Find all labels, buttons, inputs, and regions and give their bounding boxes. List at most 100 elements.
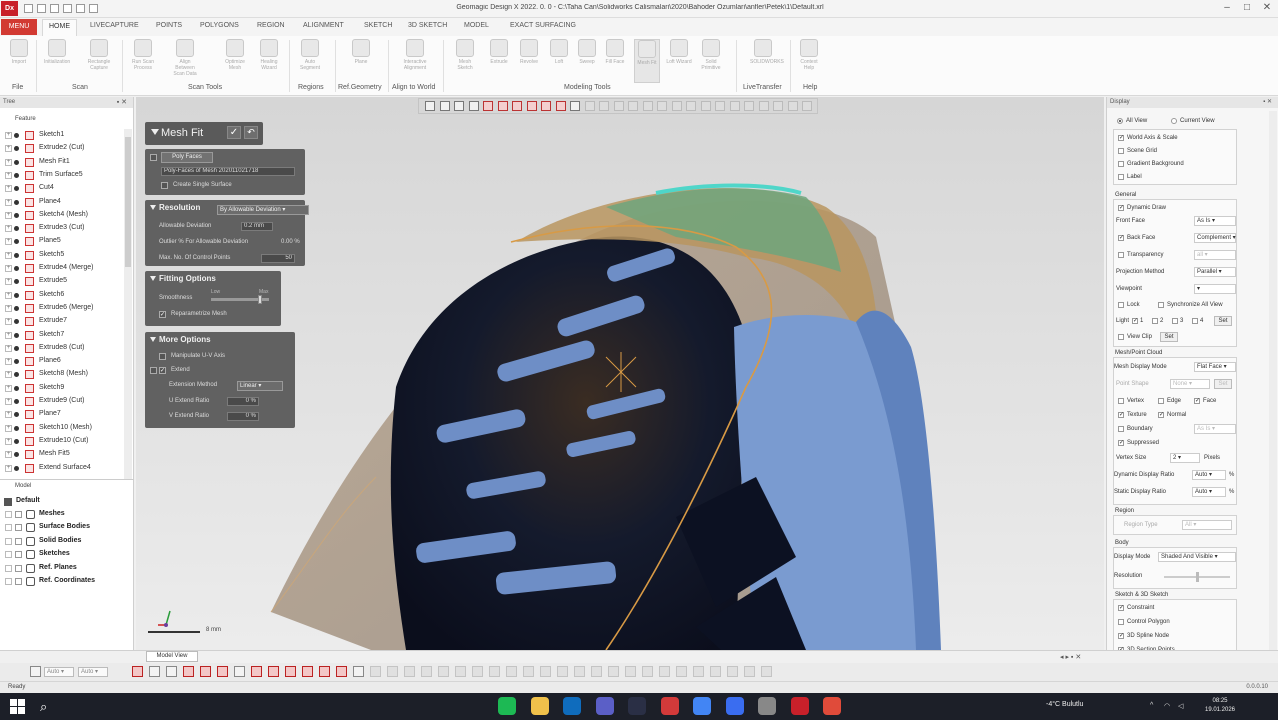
selection-tool-icon[interactable] xyxy=(285,666,296,677)
visibility-icon[interactable] xyxy=(14,412,19,418)
weather-widget[interactable]: -4°C Bulutlu xyxy=(1046,701,1083,708)
visibility-icon[interactable] xyxy=(14,425,19,431)
region-type-select[interactable]: All ▾ xyxy=(1182,520,1232,530)
tab-home[interactable]: HOME xyxy=(42,19,77,36)
visibility-checkbox[interactable] xyxy=(15,511,22,518)
expand-icon[interactable]: + xyxy=(5,331,12,339)
selection-mode-select[interactable]: Auto ▾ xyxy=(44,667,74,677)
selection-tool-icon[interactable] xyxy=(302,666,313,677)
projection-select[interactable]: Parallel ▾ xyxy=(1194,267,1236,277)
open-file-icon[interactable] xyxy=(37,4,46,13)
selection-tool-icon[interactable] xyxy=(166,666,177,677)
expand-icon[interactable]: + xyxy=(5,437,12,445)
expand-icon[interactable]: + xyxy=(5,318,12,326)
view-tool-icon[interactable] xyxy=(758,101,769,111)
volume-icon[interactable]: ◁ xyxy=(1178,702,1187,711)
view-tool-icon[interactable] xyxy=(787,101,798,111)
constraint-checkbox[interactable]: ✓ xyxy=(1118,605,1124,611)
back-face-select[interactable]: Complement ▾ xyxy=(1194,233,1236,243)
selection-tool-icon[interactable] xyxy=(693,666,704,677)
selection-tool-icon[interactable] xyxy=(506,666,517,677)
close-icon[interactable]: ▪ ✕ xyxy=(117,98,127,106)
selection-tool-icon[interactable] xyxy=(744,666,755,677)
selection-tool-icon[interactable] xyxy=(710,666,721,677)
label-checkbox[interactable] xyxy=(1118,174,1124,180)
model-viewport[interactable]: Mesh Fit ✓ ↶ Poly Faces Poly-Faces of Me… xyxy=(136,97,1104,650)
dynamic-ratio-select[interactable]: Auto ▾ xyxy=(1192,470,1226,480)
feature-item[interactable]: + Extrude4 (Merge) xyxy=(0,262,124,275)
collapse-icon[interactable] xyxy=(151,129,159,135)
feature-item[interactable]: + Plane7 xyxy=(0,408,124,421)
feature-item[interactable]: + Plane5 xyxy=(0,235,124,248)
view-tool-icon[interactable] xyxy=(526,101,537,111)
texture-checkbox[interactable]: ✓ xyxy=(1118,412,1124,418)
front-face-select[interactable]: As Is ▾ xyxy=(1194,216,1236,226)
expand-icon[interactable]: + xyxy=(5,371,12,379)
visibility-icon[interactable] xyxy=(14,465,19,471)
feature-item[interactable]: + Plane4 xyxy=(0,196,124,209)
network-icon[interactable]: ◠ xyxy=(1164,702,1173,711)
taskbar-app-icon[interactable] xyxy=(628,697,646,715)
expand-icon[interactable] xyxy=(5,524,12,532)
view-tool-icon[interactable] xyxy=(700,101,711,111)
visibility-icon[interactable] xyxy=(14,399,19,404)
selection-tool-icon[interactable] xyxy=(591,666,602,677)
view-tool-icon[interactable] xyxy=(512,101,522,111)
tab-polygons[interactable]: POLYGONS xyxy=(200,22,239,29)
back-face-checkbox[interactable]: ✓ xyxy=(1118,235,1124,241)
vertex-checkbox[interactable] xyxy=(1118,398,1124,404)
view-tool-icon[interactable] xyxy=(454,101,464,111)
boundary-checkbox[interactable] xyxy=(1118,426,1124,432)
slider-handle[interactable] xyxy=(258,295,263,304)
app-logo[interactable]: Dx xyxy=(1,1,18,16)
visibility-icon[interactable] xyxy=(14,146,19,152)
visibility-icon[interactable] xyxy=(14,319,19,325)
collapse-icon[interactable] xyxy=(150,337,156,342)
feature-item[interactable]: + Cut4 xyxy=(0,182,124,195)
dynamic-draw-checkbox[interactable]: ✓ xyxy=(1118,205,1124,211)
mesh-sketch-button[interactable]: Mesh Sketch xyxy=(452,39,478,83)
close-icon[interactable]: ▪ ✕ xyxy=(1263,98,1272,105)
view-tool-icon[interactable] xyxy=(584,101,595,111)
selection-tool-icon[interactable] xyxy=(642,666,653,677)
v-extend-input[interactable]: 0 % xyxy=(227,412,259,421)
selection-tool-icon[interactable] xyxy=(659,666,670,677)
taskbar-app-icon[interactable] xyxy=(595,697,614,715)
model-item[interactable]: Ref. Coordinates xyxy=(0,575,134,588)
taskbar-app-icon[interactable] xyxy=(660,697,679,715)
tree-scrollbar[interactable] xyxy=(124,129,132,479)
expand-icon[interactable]: + xyxy=(5,185,12,193)
light-set-button[interactable]: Set xyxy=(1214,316,1232,326)
expand-icon[interactable]: + xyxy=(5,265,12,272)
light-4-checkbox[interactable] xyxy=(1192,318,1198,324)
light-3-checkbox[interactable] xyxy=(1172,318,1178,324)
expand-icon[interactable] xyxy=(5,551,12,559)
view-tool-icon[interactable] xyxy=(483,101,493,111)
edge-checkbox[interactable] xyxy=(1158,398,1164,404)
visibility-checkbox[interactable] xyxy=(15,524,22,532)
visibility-checkbox[interactable] xyxy=(15,564,22,572)
plane-button[interactable]: Plane xyxy=(348,39,374,83)
model-item[interactable]: Meshes xyxy=(0,508,134,521)
expand-icon[interactable] xyxy=(5,511,12,518)
feature-item[interactable]: + Trim Surface5 xyxy=(0,169,124,182)
expand-icon[interactable]: + xyxy=(5,398,12,405)
cancel-button[interactable]: ↶ xyxy=(244,126,258,139)
selection-tool-icon[interactable] xyxy=(370,666,381,677)
transparency-select[interactable]: all ▾ xyxy=(1194,250,1236,260)
view-tool-icon[interactable] xyxy=(555,101,566,111)
tray-chevron-icon[interactable]: ^ xyxy=(1150,702,1159,711)
feature-item[interactable]: + Sketch1 xyxy=(0,129,124,142)
selection-tool-icon[interactable] xyxy=(557,666,568,677)
selection-tool-icon[interactable] xyxy=(421,666,432,677)
face-checkbox[interactable]: ✓ xyxy=(1194,398,1200,404)
tab-alignment[interactable]: ALIGNMENT xyxy=(303,22,344,29)
loft-button[interactable]: Loft xyxy=(546,39,572,83)
selection-tool-icon[interactable] xyxy=(455,666,466,677)
expand-icon[interactable]: + xyxy=(5,304,12,312)
expand-icon[interactable]: + xyxy=(5,132,12,139)
selection-tool-icon[interactable] xyxy=(183,666,194,677)
point-shape-set-button[interactable]: Set xyxy=(1214,379,1232,389)
taskbar-app-icon[interactable] xyxy=(498,697,516,715)
mesh-fit-button[interactable]: Mesh Fit xyxy=(634,39,660,83)
